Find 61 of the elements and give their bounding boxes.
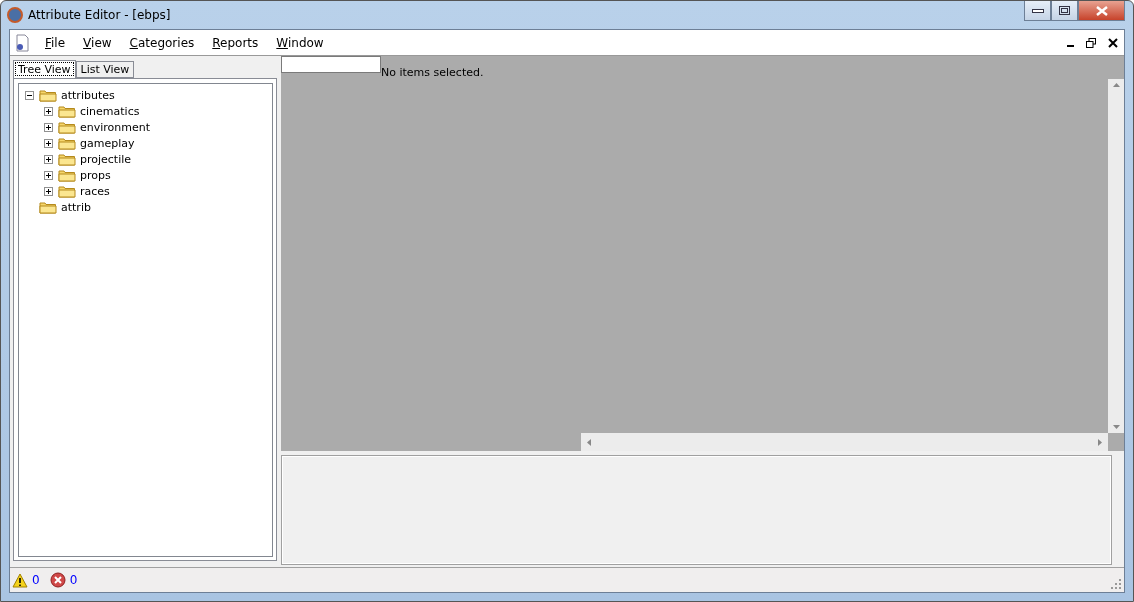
folder-icon — [58, 120, 76, 134]
expand-toggle[interactable] — [44, 106, 53, 116]
plus-icon — [46, 188, 51, 194]
tree-item[interactable]: attrib — [59, 200, 93, 214]
expand-toggle[interactable] — [44, 154, 53, 164]
menu-item[interactable]: File — [36, 35, 75, 50]
expand-toggle[interactable] — [44, 138, 53, 148]
tree-item[interactable]: races — [78, 184, 112, 198]
folder-icon — [58, 168, 76, 182]
error-count: 0 — [69, 573, 78, 587]
plus-icon — [46, 124, 51, 130]
plus-icon — [46, 108, 51, 114]
folder-icon — [58, 152, 76, 166]
menu-item[interactable]: Categories — [120, 35, 204, 50]
menu-item[interactable]: Reports — [203, 35, 268, 50]
scroll-left-icon — [587, 438, 591, 446]
plus-icon — [46, 156, 51, 162]
folder-icon — [58, 136, 76, 150]
folder-icon — [58, 184, 76, 198]
plus-icon — [46, 172, 51, 178]
plus-icon — [46, 140, 51, 146]
menu-item[interactable]: Window — [267, 35, 333, 50]
tab[interactable]: List View — [75, 61, 135, 78]
folder-icon — [39, 88, 57, 102]
minimize-button[interactable] — [1024, 1, 1051, 21]
resize-grip-icon[interactable] — [1111, 579, 1121, 589]
folder-icon — [58, 104, 76, 118]
tree-item[interactable]: cinematics — [78, 104, 142, 118]
close-icon — [1108, 37, 1118, 48]
maximize-icon — [1059, 6, 1070, 15]
scroll-right-icon — [1098, 438, 1102, 446]
collapse-toggle[interactable] — [25, 90, 34, 100]
document-icon[interactable] — [14, 33, 30, 52]
restore-icon — [1086, 37, 1096, 48]
scroll-down-icon — [1112, 425, 1120, 429]
menu-item[interactable]: View — [74, 35, 121, 50]
expand-toggle[interactable] — [44, 186, 53, 196]
error-icon — [49, 572, 66, 588]
tree-item[interactable]: attributes — [59, 88, 117, 102]
tree-item[interactable]: projectile — [78, 152, 134, 166]
tree-item[interactable]: gameplay — [78, 136, 137, 150]
minimize-icon — [1067, 45, 1074, 47]
vertical-scrollbar[interactable] — [1108, 79, 1124, 433]
horizontal-scrollbar[interactable] — [581, 433, 1108, 451]
maximize-button[interactable] — [1051, 1, 1078, 21]
expand-toggle[interactable] — [44, 170, 53, 180]
window-title: Attribute Editor - [ebps] — [28, 8, 171, 22]
app-icon — [7, 7, 23, 23]
expand-toggle[interactable] — [44, 122, 53, 132]
tree-item[interactable]: environment — [78, 120, 153, 134]
tree-item[interactable]: props — [78, 168, 113, 182]
minus-icon — [27, 92, 32, 98]
warning-count: 0 — [32, 573, 40, 587]
minimize-icon — [1031, 8, 1044, 13]
warning-icon — [12, 572, 28, 588]
scroll-up-icon — [1112, 83, 1120, 87]
close-icon — [1095, 5, 1108, 16]
search-field[interactable] — [281, 56, 381, 73]
status-message: No items selected. — [381, 66, 484, 79]
tab[interactable]: Tree View — [13, 60, 76, 78]
folder-icon — [39, 200, 57, 214]
